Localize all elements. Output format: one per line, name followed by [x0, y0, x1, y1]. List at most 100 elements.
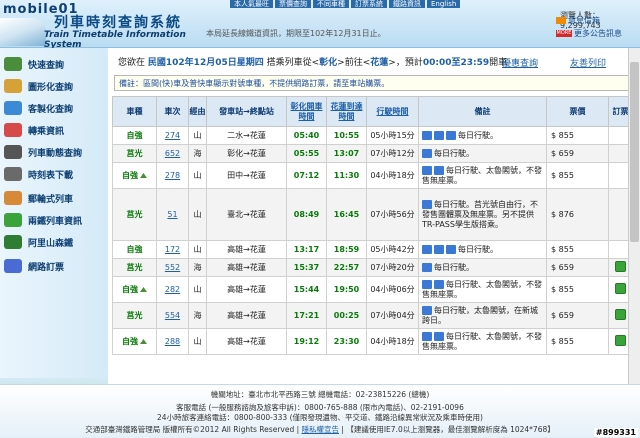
cell-train-no: 172 — [156, 240, 189, 259]
sidebar-item-label: 網路訂票 — [28, 262, 65, 273]
cell-price: $ 855 — [546, 126, 609, 145]
top-nav-item[interactable]: 票價查詢 — [275, 0, 311, 8]
cell-note: 每日行駛。 — [418, 240, 547, 259]
preferential-query-link[interactable]: 優惠查詢 — [502, 56, 538, 69]
mail-icon[interactable] — [556, 17, 566, 24]
col-header-arrival[interactable]: 花蓮到達時間 — [326, 96, 367, 127]
sidebar-item-train-status[interactable]: 列車動態查詢 — [4, 142, 104, 162]
sidebar-item-transfer[interactable]: 轉乘資訊 — [4, 120, 104, 140]
cell-route: 臺北→花蓮 — [206, 188, 287, 241]
cell-via: 山 — [188, 276, 207, 303]
cell-duration: 07小時20分 — [366, 258, 419, 277]
sidebar-item-custom-search[interactable]: 客製化查詢 — [4, 98, 104, 118]
sidebar-item-label: 客製化查詢 — [28, 104, 74, 115]
col-header-route: 發車站→終點站 — [206, 96, 287, 127]
sidebar-item-graph-search[interactable]: 圖形化查詢 — [4, 76, 104, 96]
book-ticket-icon[interactable] — [615, 283, 626, 294]
sidebar-item-label: 郵輪式列車 — [28, 194, 74, 205]
privacy-link[interactable]: 隱私權宣告 — [302, 425, 340, 434]
col-header-note: 備註 — [418, 96, 547, 127]
service-icon — [446, 130, 456, 140]
bicycle-icon — [4, 213, 22, 227]
train-no-link[interactable]: 274 — [165, 131, 180, 140]
cell-note: 每日行駛、太魯閣號，不發售無座票。 — [418, 328, 547, 355]
query-to-station: 花蓮 — [370, 58, 389, 68]
query-text: >，預計 — [388, 58, 423, 68]
site-subtitle: Train Timetable Information System — [44, 30, 186, 50]
cell-price: $ 855 — [546, 162, 609, 189]
cell-via: 山 — [188, 328, 207, 355]
cell-arrival: 13:07 — [326, 144, 367, 163]
top-nav-item[interactable]: 鐵路資訊 — [389, 0, 425, 8]
col-header-duration[interactable]: 行駛時間 — [366, 96, 419, 127]
table-row: 莒光 51 山臺北→花蓮 08:49 16:45 07小時56分 每日行駛。莒光號自由行，不… — [112, 188, 633, 241]
vertical-scrollbar[interactable] — [628, 48, 640, 384]
train-no-link[interactable]: 278 — [165, 171, 180, 180]
cell-via: 山 — [188, 162, 207, 189]
top-navigation: 本人氣最旺 票價查詢 不同車種 訂票系統 鐵路資訊 English — [230, 0, 461, 8]
scrollbar-thumb[interactable] — [630, 62, 639, 242]
cell-route: 高雄→花蓮 — [206, 328, 287, 355]
top-nav-item-english[interactable]: English — [427, 0, 461, 8]
sidebar-item-label: 列車動態查詢 — [28, 148, 83, 159]
train-no-link[interactable]: 552 — [165, 263, 180, 272]
book-ticket-icon[interactable] — [615, 335, 626, 346]
sidebar-item-label: 轉乘資訊 — [28, 126, 65, 137]
cell-route: 高雄→花蓮 — [206, 302, 287, 329]
browser-note: | 【建議使用IE7.0以上瀏覽器，最佳瀏覽解析度為 1024*768】 — [341, 425, 555, 434]
cell-duration: 05小時42分 — [366, 240, 419, 259]
service-icon — [434, 331, 444, 341]
train-type-label: 莒光 — [126, 149, 143, 158]
sidebar-item-label: 快速查詢 — [28, 60, 65, 71]
site-logo-area: mobile01 列車時刻查詢系統 Train Timetable Inform… — [0, 0, 200, 50]
cell-via: 山 — [188, 188, 207, 241]
train-no-link[interactable]: 652 — [165, 149, 180, 158]
book-ticket-icon[interactable] — [615, 309, 626, 320]
sidebar-item-online-booking[interactable]: 網路訂票 — [4, 256, 104, 276]
train-no-link[interactable]: 172 — [165, 245, 180, 254]
more-announcements-link[interactable]: 更多公告訊息 — [574, 28, 622, 39]
train-no-link[interactable]: 554 — [165, 311, 180, 320]
train-no-link[interactable]: 51 — [167, 210, 177, 219]
cell-departure: 08:49 — [286, 188, 327, 241]
sidebar-item-label: 時刻表下載 — [28, 170, 74, 181]
train-no-link[interactable]: 282 — [165, 285, 180, 294]
book-ticket-icon[interactable] — [615, 261, 626, 272]
mountain-line-icon — [140, 339, 147, 344]
query-prefix: 您欲在 — [118, 58, 146, 68]
service-icon — [422, 331, 432, 341]
friendly-print-link[interactable]: 友善列印 — [570, 56, 606, 69]
query-date: 民國102年12月05日星期四 — [147, 58, 264, 68]
sidebar-item-quick-search[interactable]: 快速查詢 — [4, 54, 104, 74]
top-nav-item[interactable]: 訂票系統 — [351, 0, 387, 8]
train-type-label: 自強 — [122, 285, 138, 294]
cell-train-type: 自強 — [112, 126, 157, 145]
sidebar-item-cruise-train[interactable]: 郵輪式列車 — [4, 188, 104, 208]
sidebar-item-timetable-download[interactable]: 時刻表下載 — [4, 164, 104, 184]
col-header-departure[interactable]: 彰化開車時間 — [286, 96, 327, 127]
train-no-link[interactable]: 288 — [165, 337, 180, 346]
feedback-link[interactable]: 意見信箱 — [568, 15, 600, 26]
train-type-label: 莒光 — [126, 311, 143, 320]
site-title[interactable]: 列車時刻查詢系統 — [54, 12, 182, 32]
query-text: >前往< — [337, 58, 371, 68]
page-footer: 機關地址：臺北市北平西路三號 總機電話：02-23815226 (總機) 客服電… — [0, 384, 640, 438]
cell-route: 二水→花蓮 — [206, 126, 287, 145]
top-nav-item[interactable]: 不同車種 — [313, 0, 349, 8]
top-nav-item[interactable]: 本人氣最旺 — [230, 0, 273, 8]
cell-departure: 07:12 — [286, 162, 327, 189]
cell-duration: 05小時15分 — [366, 126, 419, 145]
cell-train-no: 282 — [156, 276, 189, 303]
cell-note: 每日行駛、太魯閣號，不發售無座票。 — [418, 162, 547, 189]
sidebar-item-bike-train[interactable]: 兩鐵列車資訊 — [4, 210, 104, 230]
cell-note: 每日行駛，太魯閣號，在新城跨日。 — [418, 302, 547, 329]
copyright-text: 交通部臺灣鐵路管理局 版權所有©2012 All Rights Reserved… — [85, 425, 300, 434]
cell-train-no: 554 — [156, 302, 189, 329]
sidebar-item-alishan[interactable]: 阿里山森鐵 — [4, 232, 104, 252]
note-text: 每日行駛。 — [458, 244, 498, 254]
more-badge[interactable]: MORE — [556, 30, 572, 37]
cell-arrival: 10:55 — [326, 126, 367, 145]
cell-price: $ 855 — [546, 328, 609, 355]
cell-note: 每日行駛。 — [418, 144, 547, 163]
footer-copyright: 交通部臺灣鐵路管理局 版權所有©2012 All Rights Reserved… — [0, 424, 640, 435]
